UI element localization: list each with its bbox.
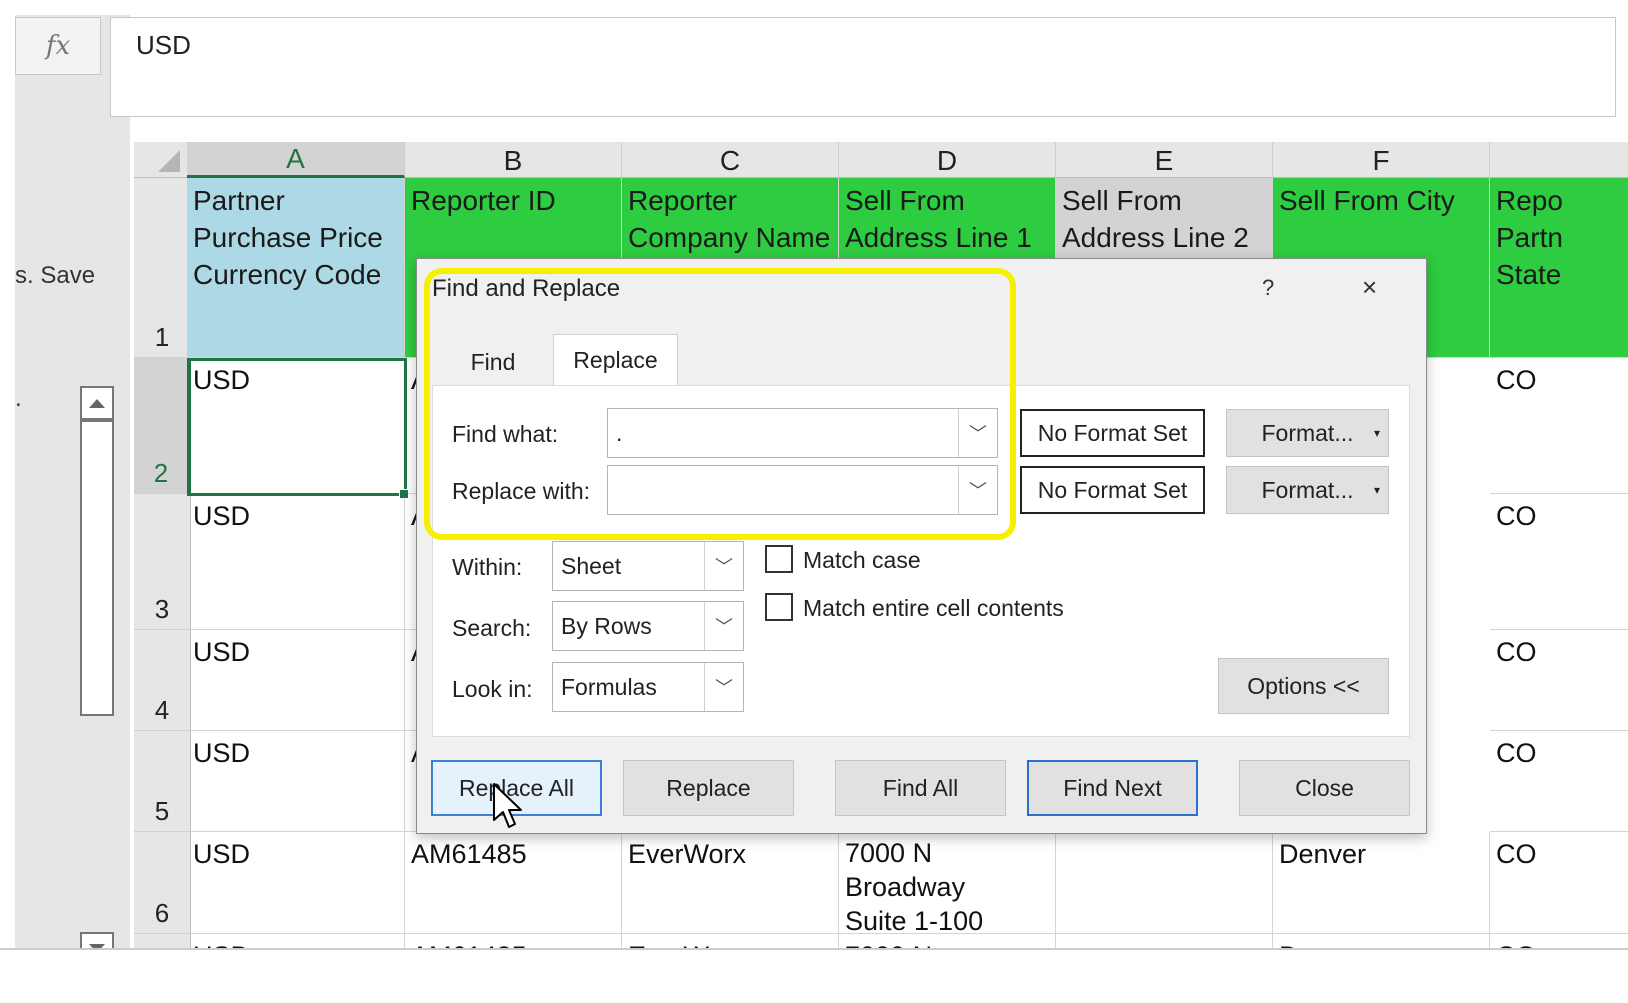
formula-bar[interactable] [110, 17, 1616, 117]
chevron-down-icon[interactable]: ﹀ [704, 663, 743, 711]
replace-format-button[interactable]: Format... ▾ [1226, 466, 1389, 514]
cell-g4[interactable]: CO [1490, 630, 1628, 731]
header-cell-a1[interactable]: Partner Purchase Price Currency Code [187, 178, 405, 358]
save-label[interactable]: s. Save [15, 262, 95, 290]
row-header-2[interactable]: 2 [134, 358, 191, 494]
replace-format-preview: No Format Set [1020, 466, 1205, 514]
cell-b6[interactable]: AM61485 [405, 832, 622, 934]
cell-g2[interactable]: CO [1490, 358, 1628, 494]
match-case-checkbox[interactable] [765, 545, 793, 573]
formula-bar-value: USD [136, 30, 191, 60]
find-next-button[interactable]: Find Next [1027, 760, 1198, 816]
cell-a6[interactable]: USD [187, 832, 405, 934]
search-label: Search: [452, 615, 532, 641]
cell-g6[interactable]: CO [1490, 832, 1628, 934]
cell-a3[interactable]: USD [187, 494, 405, 630]
look-in-select[interactable]: Formulas ﹀ [552, 662, 744, 712]
cell-d6[interactable]: 7000 N Broadway Suite 1-100 [839, 832, 1056, 934]
scroll-thumb[interactable] [80, 420, 114, 716]
dot-label: . [15, 385, 22, 412]
find-format-preview: No Format Set [1020, 409, 1205, 457]
cell-a5[interactable]: USD [187, 731, 405, 832]
cell-f6[interactable]: Denver [1273, 832, 1490, 934]
row-header-4[interactable]: 4 [134, 630, 191, 731]
column-header-d[interactable]: D [839, 142, 1056, 178]
column-header-a[interactable]: A [187, 142, 405, 178]
look-in-label: Look in: [452, 676, 533, 702]
mouse-cursor-icon [493, 783, 522, 828]
corner-triangle-icon [158, 150, 180, 172]
frame-margin [0, 950, 1628, 1003]
header-cell-g1[interactable]: Repo Partn State [1490, 178, 1628, 358]
search-select[interactable]: By Rows ﹀ [552, 601, 744, 651]
dropdown-arrow-icon: ▾ [1373, 426, 1380, 440]
annotation-highlight [424, 268, 1016, 540]
find-all-button[interactable]: Find All [835, 760, 1006, 816]
select-all-corner[interactable] [134, 142, 191, 178]
column-header-b[interactable]: B [405, 142, 622, 178]
find-format-button[interactable]: Format... ▾ [1226, 409, 1389, 457]
match-case-label: Match case [803, 547, 921, 573]
chevron-up-icon [89, 399, 105, 408]
column-header-g[interactable] [1490, 142, 1628, 178]
cell-g5[interactable]: CO [1490, 731, 1628, 832]
row-header-3[interactable]: 3 [134, 494, 191, 630]
close-icon[interactable]: × [1362, 272, 1377, 303]
close-button[interactable]: Close [1239, 760, 1410, 816]
cell-e6[interactable] [1056, 832, 1273, 934]
cell-g3[interactable]: CO [1490, 494, 1628, 630]
cell-a4[interactable]: USD [187, 630, 405, 731]
within-select[interactable]: Sheet ﹀ [552, 541, 744, 591]
row-header-1[interactable]: 1 [134, 178, 191, 358]
within-value: Sheet [561, 552, 622, 579]
within-label: Within: [452, 554, 523, 580]
look-in-value: Formulas [561, 673, 657, 700]
options-button[interactable]: Options << [1218, 658, 1389, 714]
search-value: By Rows [561, 612, 652, 639]
find-format-label: Format... [1261, 419, 1354, 446]
scroll-up-button[interactable] [80, 386, 114, 420]
fill-handle[interactable] [399, 489, 409, 499]
chevron-down-icon[interactable]: ﹀ [704, 542, 743, 590]
replace-format-label: Format... [1261, 476, 1354, 503]
replace-button[interactable]: Replace [623, 760, 794, 816]
column-header-f[interactable]: F [1273, 142, 1490, 178]
insert-function-button[interactable]: fx [15, 17, 101, 75]
row-header-5[interactable]: 5 [134, 731, 191, 832]
match-entire-label: Match entire cell contents [803, 595, 1064, 621]
column-header-c[interactable]: C [622, 142, 839, 178]
row-header-6[interactable]: 6 [134, 832, 191, 934]
dropdown-arrow-icon: ▾ [1373, 483, 1380, 497]
help-button[interactable]: ? [1262, 275, 1274, 301]
chevron-down-icon[interactable]: ﹀ [704, 602, 743, 650]
active-cell-border [187, 358, 407, 496]
match-entire-checkbox[interactable] [765, 593, 793, 621]
column-header-e[interactable]: E [1056, 142, 1273, 178]
cell-c6[interactable]: EverWorx [622, 832, 839, 934]
